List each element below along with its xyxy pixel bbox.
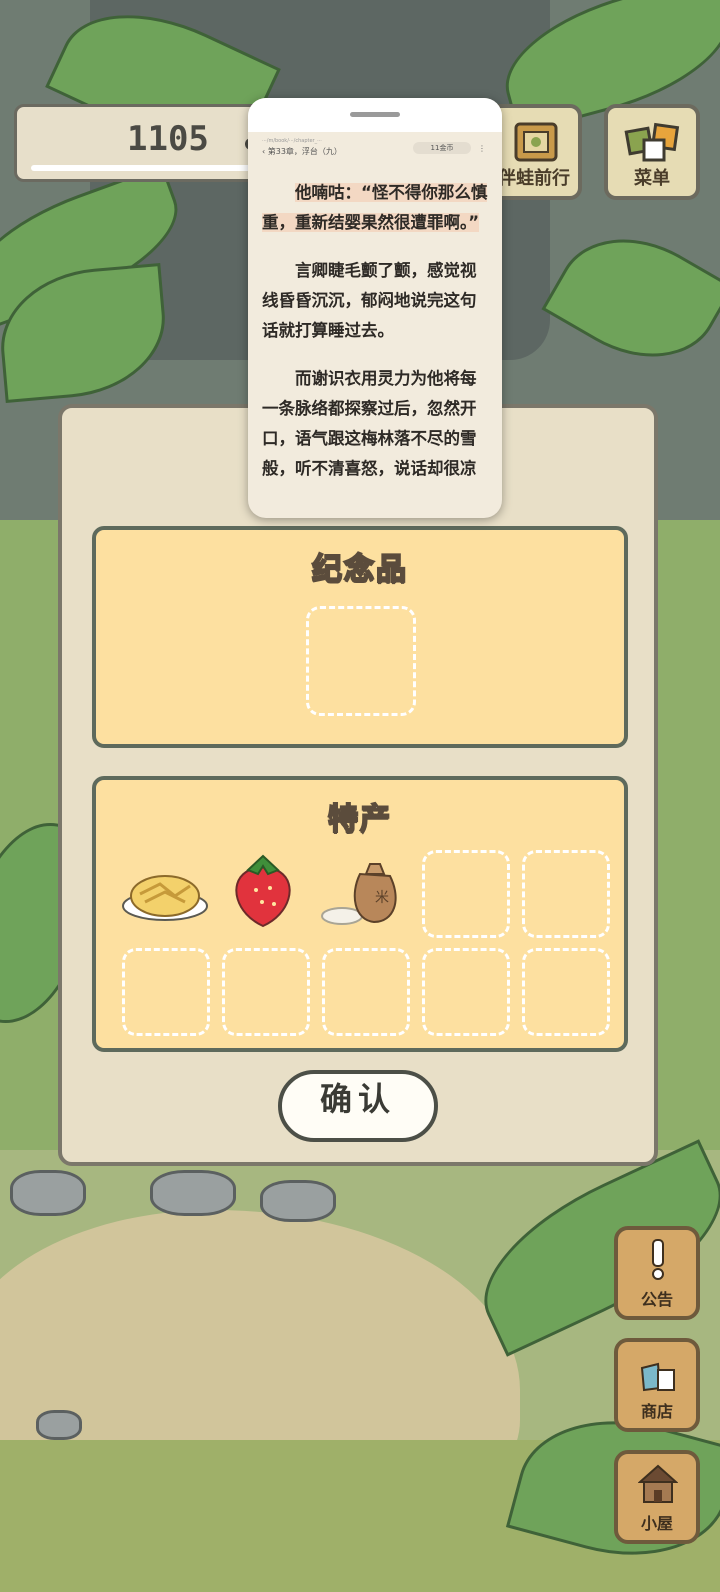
specialty-slot[interactable]: [422, 948, 510, 1036]
souvenir-slot[interactable]: [306, 606, 416, 716]
clover-count: 1105: [127, 119, 209, 159]
clover-bar: [31, 165, 256, 171]
reader-text: 他喃咕：“怪不得你那么慎重，重新结婴果然很遭罪啊。” 言卿睫毛颤了颤，感觉视线昏…: [262, 178, 490, 502]
specialty-slot[interactable]: [222, 948, 310, 1036]
reader-paragraph: 言卿睫毛颤了颤，感觉视线昏昏沉沉，郁闷地说完这句话就打算睡过去。: [262, 261, 477, 340]
house-icon: [638, 1464, 678, 1503]
shop-bags-icon: [640, 1362, 675, 1392]
specialty-slot[interactable]: [322, 948, 410, 1036]
menu-label: 菜单: [634, 168, 670, 189]
svg-text:米: 米: [375, 890, 389, 906]
reader-url: ···/m/book/···/chapter_···: [262, 138, 322, 144]
notice-label: 公告: [640, 1290, 673, 1309]
clover-counter: 1105: [14, 104, 270, 182]
drag-handle[interactable]: [350, 112, 400, 117]
travel-preparation-dialog: 纪念品 特产 米 确认: [58, 404, 658, 1166]
menu-button[interactable]: 菜单: [604, 104, 700, 200]
shop-button[interactable]: 商店: [614, 1338, 700, 1432]
reader-chapter-title[interactable]: ‹ 第33章，浮台（九）: [262, 146, 342, 157]
house-button[interactable]: 小屋: [614, 1450, 700, 1544]
reader-more-icon[interactable]: ⋮: [478, 144, 486, 153]
frog-album-icon: [514, 122, 558, 162]
stone: [36, 1410, 82, 1440]
confirm-button[interactable]: 确认: [278, 1070, 438, 1142]
stone: [10, 1170, 86, 1216]
reader-paragraph: 而谢识衣用灵力为他将每一条脉络都探察过后，忽然开口，语气跟这梅林落不尽的雪般，听…: [262, 369, 477, 478]
reader-paragraph-text: 他喃咕：“怪不得你那么慎重，重新结婴果然很遭罪啊。”: [262, 183, 488, 232]
specialty-slot[interactable]: [122, 948, 210, 1036]
specialty-panel: 特产 米: [92, 776, 628, 1052]
specialty-slot[interactable]: [422, 850, 510, 938]
reader-coin-badge[interactable]: 11金币: [413, 142, 471, 154]
specialty-title: 特产: [327, 801, 392, 838]
reader-drag-area[interactable]: [248, 98, 502, 132]
notice-button[interactable]: 公告: [614, 1226, 700, 1320]
pancake-plate-icon[interactable]: [120, 844, 210, 934]
stone: [150, 1170, 236, 1216]
specialty-slot[interactable]: [522, 850, 610, 938]
shop-label: 商店: [640, 1402, 673, 1421]
rice-sack-icon[interactable]: 米: [320, 844, 410, 934]
travel-label: 伴蛙前行: [498, 168, 570, 189]
strawberry-icon[interactable]: [218, 844, 308, 934]
exclamation-icon: [652, 1239, 664, 1280]
house-label: 小屋: [640, 1514, 673, 1533]
souvenir-panel: 纪念品: [92, 526, 628, 748]
menu-cards-icon: [624, 122, 680, 162]
specialty-slot[interactable]: [522, 948, 610, 1036]
souvenir-title: 纪念品: [311, 551, 408, 588]
floating-reader-window[interactable]: ···/m/book/···/chapter_··· ‹ 第33章，浮台（九） …: [248, 98, 502, 518]
stone: [260, 1180, 336, 1222]
reader-paragraph: 他喃咕：“怪不得你那么慎重，重新结婴果然很遭罪啊。”: [262, 178, 490, 238]
